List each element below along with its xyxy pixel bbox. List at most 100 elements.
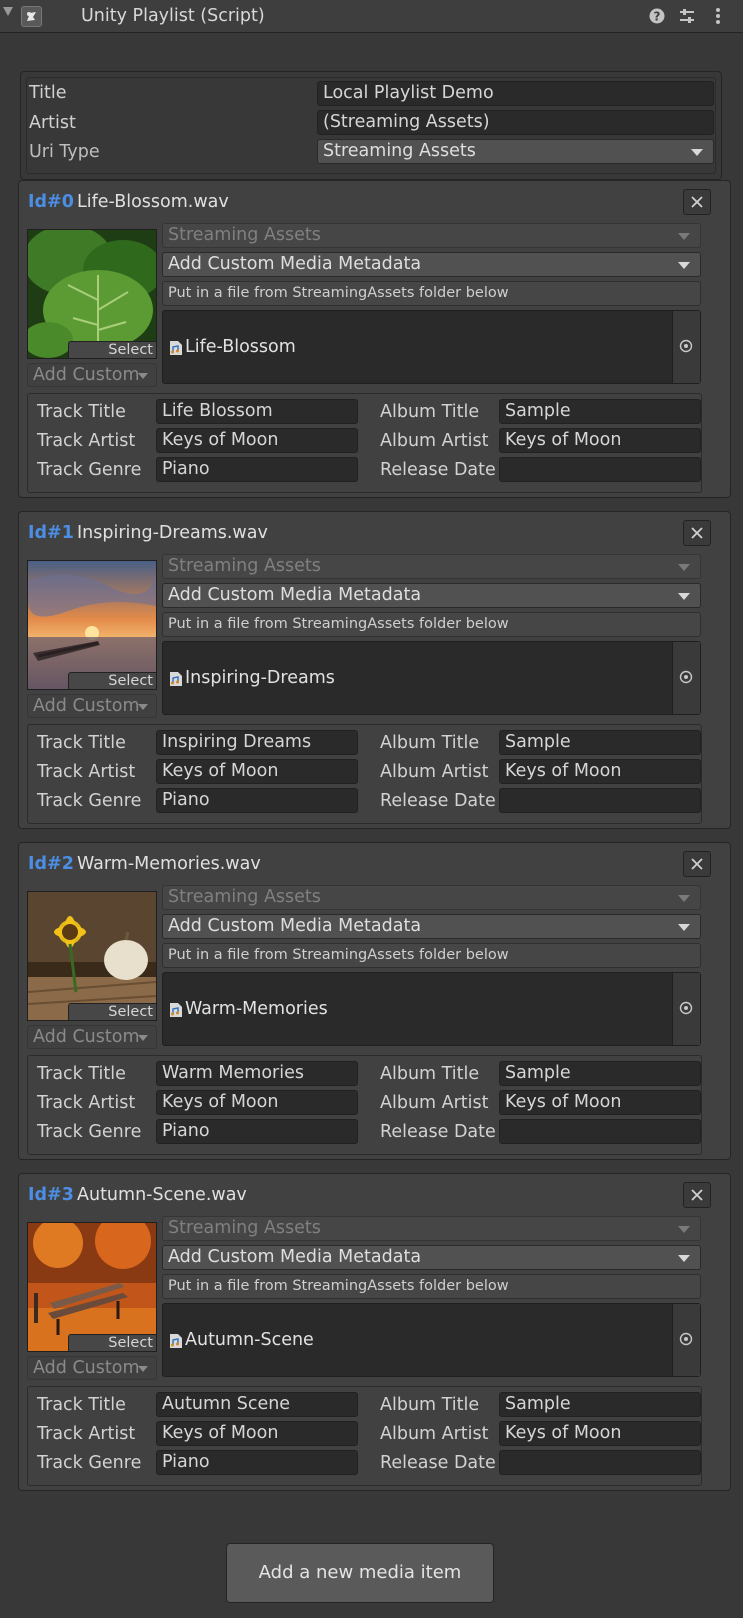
- object-picker-icon: [679, 1332, 693, 1346]
- object-picker-button[interactable]: [672, 973, 700, 1045]
- album-artist-label: Album Artist: [380, 431, 489, 451]
- media-item-id: Id#3: [28, 1185, 74, 1205]
- audio-object-field[interactable]: Warm-Memories: [162, 972, 701, 1046]
- svg-text:?: ?: [654, 10, 661, 24]
- audio-asset-name: Autumn-Scene: [185, 1330, 314, 1350]
- chevron-down-icon: [138, 373, 148, 379]
- object-picker-button[interactable]: [672, 642, 700, 714]
- artist-label: Artist: [29, 113, 76, 133]
- album-artist-field[interactable]: Keys of Moon: [499, 1421, 701, 1446]
- chevron-down-icon: [138, 1366, 148, 1372]
- metadata-section: Track Title Autumn Scene Track Artist Ke…: [27, 1386, 702, 1486]
- album-artist-field[interactable]: Keys of Moon: [499, 428, 701, 453]
- track-genre-label: Track Genre: [37, 460, 142, 480]
- chevron-down-icon: [678, 232, 690, 240]
- title-label: Title: [29, 83, 67, 103]
- media-item-card: Id#3 Autumn-Scene.wav Select Add Custom …: [18, 1173, 731, 1491]
- add-metadata-dropdown[interactable]: Add Custom Media Metadata: [162, 583, 701, 608]
- chevron-down-icon: [691, 148, 703, 156]
- album-title-label: Album Title: [380, 1064, 480, 1084]
- remove-item-button[interactable]: [683, 851, 711, 877]
- media-item-card: Id#0 Life-Blossom.wav Select Add Custom …: [18, 180, 731, 498]
- release-date-field[interactable]: [499, 1450, 701, 1475]
- item-uri-type-dropdown: Streaming Assets: [162, 885, 701, 910]
- add-custom-dropdown[interactable]: Add Custom: [27, 363, 157, 387]
- track-genre-field[interactable]: Piano: [156, 788, 358, 813]
- release-date-field[interactable]: [499, 788, 701, 813]
- remove-item-button[interactable]: [683, 1182, 711, 1208]
- track-title-field[interactable]: Warm Memories: [156, 1061, 358, 1086]
- album-title-field[interactable]: Sample: [499, 730, 701, 755]
- media-item-id: Id#1: [28, 523, 74, 543]
- audio-object-field[interactable]: Life-Blossom: [162, 310, 701, 384]
- audio-object-field[interactable]: Inspiring-Dreams: [162, 641, 701, 715]
- add-metadata-dropdown[interactable]: Add Custom Media Metadata: [162, 252, 701, 277]
- add-metadata-dropdown[interactable]: Add Custom Media Metadata: [162, 914, 701, 939]
- album-title-field[interactable]: Sample: [499, 1392, 701, 1417]
- add-custom-dropdown[interactable]: Add Custom: [27, 1356, 157, 1380]
- audio-object-field[interactable]: Autumn-Scene: [162, 1303, 701, 1377]
- track-genre-field[interactable]: Piano: [156, 1450, 358, 1475]
- track-artist-field[interactable]: Keys of Moon: [156, 1421, 358, 1446]
- track-title-field[interactable]: Autumn Scene: [156, 1392, 358, 1417]
- artist-field[interactable]: (Streaming Assets): [317, 110, 714, 135]
- close-icon: [691, 196, 703, 208]
- uri-type-value: Streaming Assets: [323, 141, 476, 161]
- release-date-field[interactable]: [499, 1119, 701, 1144]
- fold-triangle-icon[interactable]: [3, 7, 13, 16]
- artwork-thumbnail[interactable]: Select: [27, 891, 157, 1021]
- track-title-field[interactable]: Life Blossom: [156, 399, 358, 424]
- select-artwork-button[interactable]: Select: [68, 672, 156, 689]
- track-artist-field[interactable]: Keys of Moon: [156, 1090, 358, 1115]
- artwork-thumbnail[interactable]: Select: [27, 229, 157, 359]
- media-item-card: Id#1 Inspiring-Dreams.wav Select Add Cus…: [18, 511, 731, 829]
- track-title-field[interactable]: Inspiring Dreams: [156, 730, 358, 755]
- artwork-image: [28, 230, 156, 358]
- track-genre-field[interactable]: Piano: [156, 1119, 358, 1144]
- select-artwork-button[interactable]: Select: [68, 1003, 156, 1020]
- component-title: Unity Playlist (Script): [81, 6, 265, 26]
- add-metadata-dropdown[interactable]: Add Custom Media Metadata: [162, 1245, 701, 1270]
- track-artist-field[interactable]: Keys of Moon: [156, 428, 358, 453]
- track-title-label: Track Title: [37, 1064, 126, 1084]
- object-picker-icon: [679, 1001, 693, 1015]
- add-custom-dropdown[interactable]: Add Custom: [27, 694, 157, 718]
- object-picker-button[interactable]: [672, 311, 700, 383]
- release-date-field[interactable]: [499, 457, 701, 482]
- album-title-field[interactable]: Sample: [499, 1061, 701, 1086]
- album-artist-field[interactable]: Keys of Moon: [499, 1090, 701, 1115]
- album-artist-label: Album Artist: [380, 1093, 489, 1113]
- chevron-down-icon: [678, 1254, 690, 1262]
- audio-file-icon: [170, 341, 182, 355]
- add-media-item-button[interactable]: Add a new media item: [226, 1543, 494, 1603]
- kebab-menu-icon[interactable]: [709, 7, 727, 25]
- presets-icon[interactable]: [678, 7, 696, 25]
- close-icon: [691, 858, 703, 870]
- media-item-filename: Autumn-Scene.wav: [77, 1185, 247, 1205]
- artwork-thumbnail[interactable]: Select: [27, 1222, 157, 1352]
- title-field[interactable]: Local Playlist Demo: [317, 81, 714, 106]
- album-title-field[interactable]: Sample: [499, 399, 701, 424]
- chevron-down-icon: [678, 923, 690, 931]
- remove-item-button[interactable]: [683, 189, 711, 215]
- help-icon[interactable]: ?: [648, 7, 666, 25]
- remove-item-button[interactable]: [683, 520, 711, 546]
- add-metadata-label: Add Custom Media Metadata: [168, 254, 422, 274]
- audio-file-icon: [170, 1003, 182, 1017]
- audio-asset-name: Life-Blossom: [185, 337, 296, 357]
- help-box: Put in a file from StreamingAssets folde…: [162, 943, 701, 968]
- object-picker-button[interactable]: [672, 1304, 700, 1376]
- artwork-thumbnail[interactable]: Select: [27, 560, 157, 690]
- album-artist-label: Album Artist: [380, 1424, 489, 1444]
- add-custom-dropdown[interactable]: Add Custom: [27, 1025, 157, 1049]
- track-artist-label: Track Artist: [37, 762, 136, 782]
- uri-type-dropdown[interactable]: Streaming Assets: [317, 139, 714, 164]
- track-title-label: Track Title: [37, 733, 126, 753]
- chevron-down-icon: [138, 1035, 148, 1041]
- track-genre-field[interactable]: Piano: [156, 457, 358, 482]
- release-date-label: Release Date: [380, 460, 495, 480]
- album-artist-field[interactable]: Keys of Moon: [499, 759, 701, 784]
- select-artwork-button[interactable]: Select: [68, 341, 156, 358]
- track-artist-field[interactable]: Keys of Moon: [156, 759, 358, 784]
- select-artwork-button[interactable]: Select: [68, 1334, 156, 1351]
